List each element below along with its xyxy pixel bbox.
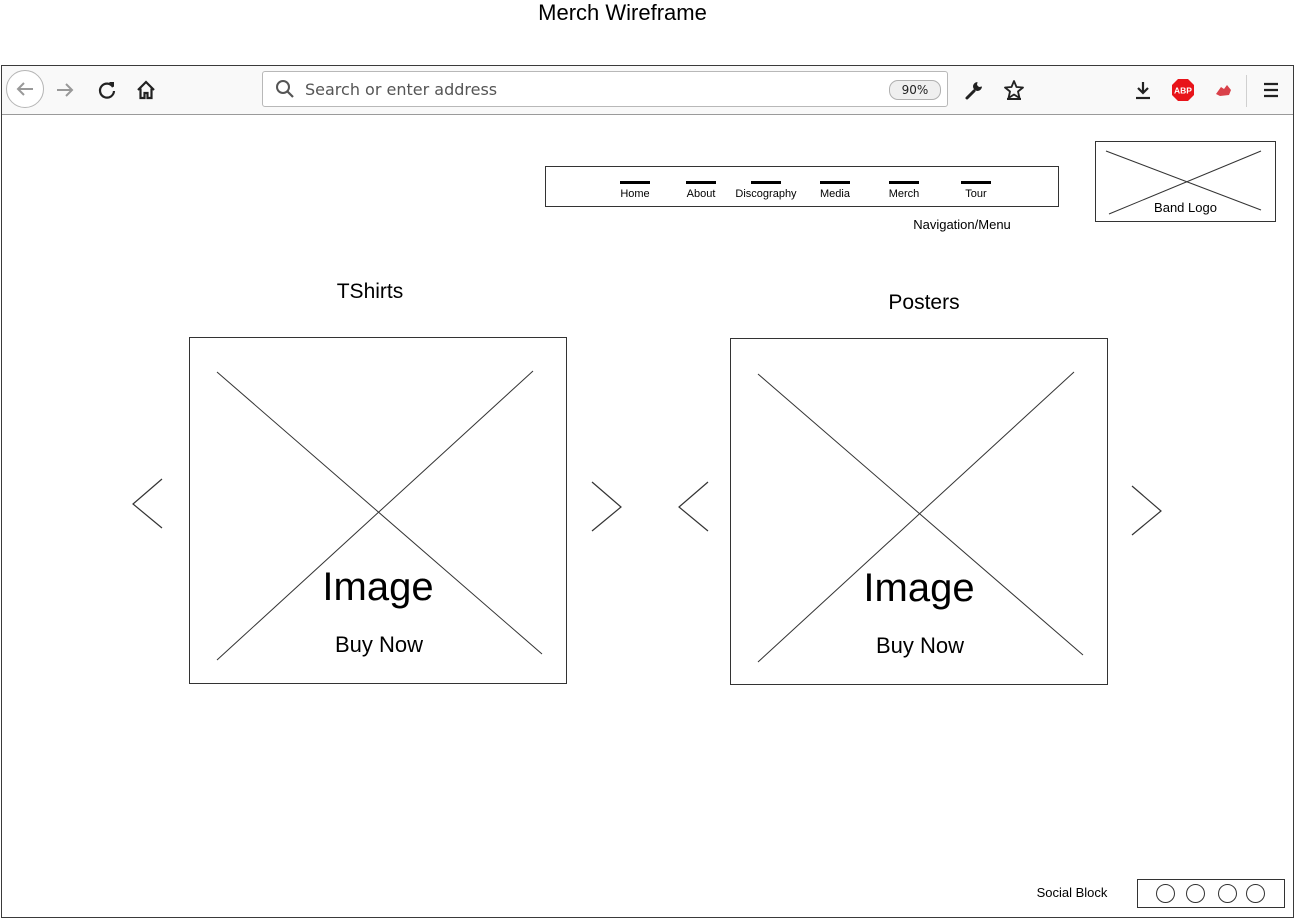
nav-item-marker [961,181,991,184]
social-icon-placeholder[interactable] [1186,884,1205,903]
tshirts-section-title: TShirts [336,280,404,303]
nav-item-marker [620,181,650,184]
back-button[interactable] [6,70,44,108]
download-icon [1136,82,1150,100]
back-arrow-icon [16,82,33,96]
address-bar: 90% [262,71,948,107]
hamburger-menu-icon [1264,82,1278,98]
social-block-label: Social Block [1036,885,1108,900]
menu-button[interactable] [1256,75,1286,105]
toolbar-divider [1246,75,1247,107]
nav-item-tour[interactable]: Tour [956,181,996,201]
page-title: Merch Wireframe [538,0,707,25]
social-block [1137,879,1285,908]
zoom-level-badge[interactable]: 90% [889,80,941,100]
nav-item-marker [751,181,781,184]
browser-toolbar: 90% ABP [2,66,1293,115]
reload-button[interactable] [92,75,122,105]
social-icon-placeholder[interactable] [1218,884,1237,903]
extension-icon [1216,85,1231,96]
band-logo-label: Band Logo [1154,200,1217,215]
nav-item-label: Media [820,188,850,200]
nav-item-label: About [686,188,716,200]
bookmark-button[interactable] [999,75,1029,105]
search-icon [276,80,294,98]
browser-window: 90% ABP [1,65,1294,918]
tshirt-product-card: Image Buy Now [189,337,567,684]
reload-icon [98,82,116,99]
forward-arrow-icon [57,83,74,97]
nav-item-about[interactable]: About [681,181,721,201]
tools-button[interactable] [959,75,989,105]
page-content: Home About Discography Media Merch Tour [2,115,1293,917]
abp-badge-text: ABP [1174,86,1192,96]
tshirt-next-chevron-right-icon[interactable] [590,480,624,540]
navigation-caption: Navigation/Menu [913,217,1011,232]
nav-item-label: Home [620,188,650,200]
extension-button[interactable] [1208,75,1238,105]
home-icon [137,80,155,100]
poster-buy-now-button[interactable]: Buy Now [845,631,995,661]
poster-next-chevron-right-icon[interactable] [1130,484,1164,544]
nav-item-merch[interactable]: Merch [882,181,926,201]
tshirt-prev-chevron-left-icon[interactable] [130,477,164,537]
poster-prev-chevron-left-icon[interactable] [676,480,710,540]
tshirt-image-label: Image [322,565,434,609]
nav-item-marker [686,181,716,184]
poster-image-label: Image [863,566,975,610]
forward-button[interactable] [50,75,80,105]
poster-product-card: Image Buy Now [730,338,1108,685]
nav-item-home[interactable]: Home [616,181,654,201]
navigation-menu: Home About Discography Media Merch Tour [545,166,1059,207]
wrench-icon [965,82,982,100]
social-icon-placeholder[interactable] [1246,884,1265,903]
address-input[interactable] [305,78,865,100]
adblock-plus-icon: ABP [1172,79,1194,101]
adblock-button[interactable]: ABP [1168,75,1198,105]
nav-item-marker [820,181,850,184]
tshirt-buy-now-button[interactable]: Buy Now [304,630,454,660]
social-icon-placeholder[interactable] [1156,884,1175,903]
nav-item-label: Discography [735,188,797,200]
bookmark-star-icon [1004,80,1024,100]
band-logo-placeholder: Band Logo [1095,141,1276,222]
posters-section-title: Posters [888,291,960,314]
home-button[interactable] [131,75,161,105]
download-button[interactable] [1128,75,1158,105]
nav-item-marker [889,181,919,184]
nav-item-media[interactable]: Media [815,181,855,201]
nav-item-discography[interactable]: Discography [732,181,800,201]
nav-item-label: Merch [888,188,920,200]
nav-item-label: Tour [965,188,987,200]
